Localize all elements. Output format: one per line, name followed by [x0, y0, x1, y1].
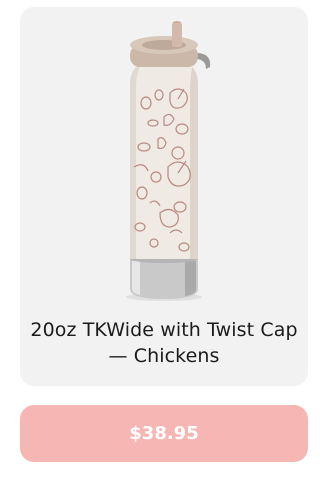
product-card[interactable]: 20oz TKWide with Twist Cap — Chickens	[20, 7, 308, 386]
price-button[interactable]: $38.95	[20, 405, 308, 462]
chicken-pattern-bottle-icon	[126, 21, 211, 301]
product-title: 20oz TKWide with Twist Cap — Chickens	[30, 319, 298, 367]
